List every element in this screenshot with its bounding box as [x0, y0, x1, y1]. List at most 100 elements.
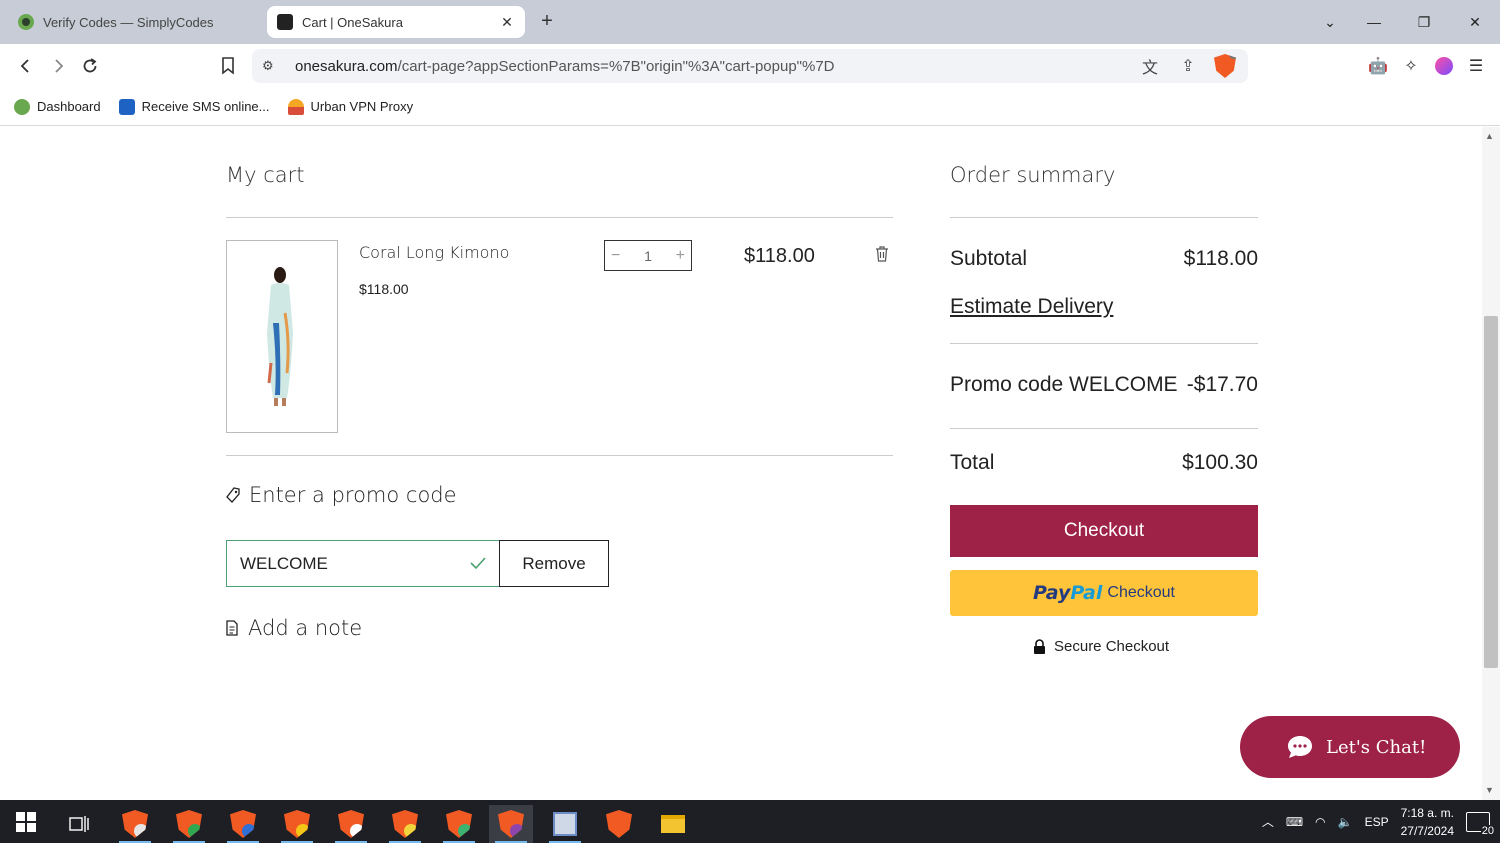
- promo-code-toggle[interactable]: Enter a promo code: [225, 483, 457, 507]
- decrease-quantity-icon[interactable]: −: [611, 247, 620, 265]
- reload-icon[interactable]: [76, 52, 104, 80]
- cart-divider-top: [226, 217, 893, 218]
- promo-discount-label: Promo code WELCOME: [950, 373, 1178, 396]
- show-hidden-icons-chevron-icon[interactable]: ︿: [1262, 813, 1274, 830]
- forward-icon[interactable]: [44, 52, 72, 80]
- menu-icon[interactable]: ☰: [1462, 52, 1490, 80]
- urban-vpn-icon: [287, 98, 304, 115]
- increase-quantity-icon[interactable]: +: [676, 247, 685, 265]
- promo-discount-row: Promo code WELCOME -$17.70: [950, 373, 1258, 397]
- trash-icon[interactable]: [874, 245, 890, 263]
- extensions-icon[interactable]: ✧: [1397, 52, 1425, 80]
- notification-count: 20: [1480, 824, 1495, 837]
- lock-icon: [1034, 639, 1045, 654]
- scrollbar-thumb[interactable]: [1484, 316, 1498, 668]
- tab-onesakura[interactable]: Cart | OneSakura ✕: [267, 6, 525, 38]
- check-icon: [470, 557, 486, 570]
- bookmark-receive-sms[interactable]: Receive SMS online...: [118, 98, 270, 115]
- summary-divider-3: [950, 428, 1258, 429]
- cart-divider-bottom: [226, 455, 893, 456]
- file-explorer-icon[interactable]: [651, 805, 695, 843]
- scroll-down-arrow-icon[interactable]: ▼: [1485, 785, 1494, 795]
- new-tab-plus-icon[interactable]: +: [536, 10, 558, 32]
- quantity-stepper[interactable]: − 1 +: [604, 240, 692, 271]
- language-indicator[interactable]: ESP: [1365, 815, 1389, 829]
- close-tab-icon[interactable]: ✕: [499, 14, 515, 31]
- site-settings-icon[interactable]: ⚙: [262, 58, 282, 74]
- contacts-app-icon[interactable]: [543, 805, 587, 843]
- minimize-icon[interactable]: —: [1354, 8, 1394, 36]
- chat-bubble-icon: [1288, 736, 1312, 758]
- tab-strip: Verify Codes — SimplyCodes Cart | OneSak…: [0, 0, 1500, 44]
- wifi-icon[interactable]: ◠: [1315, 815, 1325, 829]
- lets-chat-button[interactable]: Let's Chat!: [1240, 716, 1460, 778]
- share-icon[interactable]: ⇪: [1176, 54, 1200, 78]
- total-value: $100.30: [1182, 451, 1258, 474]
- task-view-icon[interactable]: [57, 805, 101, 843]
- windows-start-icon[interactable]: [16, 812, 36, 832]
- brave-profile-7-icon[interactable]: [437, 805, 481, 843]
- restore-icon[interactable]: ❐: [1404, 8, 1444, 36]
- secure-checkout-label: Secure Checkout: [1054, 638, 1170, 655]
- bookmarks-bar: Dashboard Receive SMS online... Urban VP…: [0, 88, 1500, 126]
- bookmark-urban-vpn[interactable]: Urban VPN Proxy: [287, 98, 414, 115]
- bookmark-label: Dashboard: [37, 99, 101, 114]
- sms-icon: [118, 98, 135, 115]
- clock[interactable]: 7:18 a. m. 27/7/2024: [1401, 804, 1454, 840]
- quantity-value[interactable]: 1: [644, 248, 652, 264]
- tab-simplycodes[interactable]: Verify Codes — SimplyCodes: [8, 6, 264, 38]
- simplycodes-favicon-icon: [18, 14, 34, 30]
- promo-code-input[interactable]: WELCOME: [226, 540, 500, 587]
- windows-taskbar: ︿ ⌨ ◠ 🔈 ESP 7:18 a. m. 27/7/2024 20: [0, 800, 1500, 843]
- clock-date: 27/7/2024: [1400, 823, 1454, 838]
- add-note-toggle[interactable]: Add a note: [224, 616, 362, 640]
- profile-icon[interactable]: [1430, 52, 1458, 80]
- brave-profile-5-icon[interactable]: [329, 805, 373, 843]
- leo-ai-icon[interactable]: 🤖: [1364, 52, 1392, 80]
- total-row: Total $100.30: [950, 451, 1258, 475]
- browser-toolbar: ⚙ onesakura.com/cart-page?appSectionPara…: [0, 44, 1500, 88]
- summary-divider-1: [950, 217, 1258, 218]
- translate-icon[interactable]: 文: [1138, 54, 1162, 78]
- chat-label: Let's Chat!: [1326, 736, 1427, 758]
- back-icon[interactable]: [12, 52, 40, 80]
- close-window-icon[interactable]: ✕: [1455, 8, 1495, 36]
- clock-time: 7:18 a. m.: [1400, 805, 1454, 820]
- subtotal-row: Subtotal $118.00: [950, 247, 1258, 271]
- brave-browser-icon[interactable]: [597, 805, 641, 843]
- notifications-icon[interactable]: 20: [1466, 811, 1495, 837]
- brave-profile-2-icon[interactable]: [167, 805, 211, 843]
- estimate-delivery-link[interactable]: Estimate Delivery: [950, 295, 1113, 319]
- note-heading: Add a note: [248, 616, 363, 640]
- shield-count-badge: 55: [1229, 54, 1236, 59]
- product-image[interactable]: [226, 240, 338, 433]
- brave-profile-8-icon[interactable]: [489, 805, 533, 843]
- paypal-logo: PayPal: [1033, 582, 1103, 604]
- brave-profile-6-icon[interactable]: [383, 805, 427, 843]
- brave-profile-4-icon[interactable]: [275, 805, 319, 843]
- paypal-checkout-button[interactable]: PayPal Checkout: [950, 570, 1258, 616]
- tab-title: Verify Codes — SimplyCodes: [43, 14, 214, 30]
- address-bar[interactable]: ⚙ onesakura.com/cart-page?appSectionPara…: [252, 49, 1248, 83]
- remove-promo-button[interactable]: Remove: [499, 540, 609, 587]
- promo-discount-value: -$17.70: [1186, 373, 1258, 396]
- summary-divider-2: [950, 343, 1258, 344]
- system-tray: ︿ ⌨ ◠ 🔈 ESP 7:18 a. m. 27/7/2024 20: [1262, 800, 1500, 843]
- subtotal-label: Subtotal: [950, 247, 1028, 270]
- volume-icon[interactable]: 🔈: [1338, 815, 1353, 829]
- brave-profile-3-icon[interactable]: [221, 805, 265, 843]
- promo-heading: Enter a promo code: [249, 483, 457, 507]
- bookmark-label: Receive SMS online...: [141, 99, 270, 114]
- bookmark-icon[interactable]: [214, 52, 242, 80]
- brave-profile-1-icon[interactable]: [113, 805, 157, 843]
- onesakura-favicon-icon: [277, 14, 293, 30]
- checkout-button[interactable]: Checkout: [950, 505, 1258, 557]
- tab-search-chevron-icon[interactable]: ⌄: [1310, 8, 1350, 36]
- tab-title: Cart | OneSakura: [302, 14, 403, 30]
- bookmark-label: Urban VPN Proxy: [310, 99, 414, 114]
- network-devices-icon[interactable]: ⌨: [1286, 815, 1303, 829]
- scroll-up-arrow-icon[interactable]: ▲: [1485, 131, 1494, 141]
- bookmark-dashboard[interactable]: Dashboard: [14, 98, 101, 115]
- brave-shields-icon[interactable]: 55: [1214, 54, 1236, 78]
- product-name[interactable]: Coral Long Kimono: [359, 243, 509, 262]
